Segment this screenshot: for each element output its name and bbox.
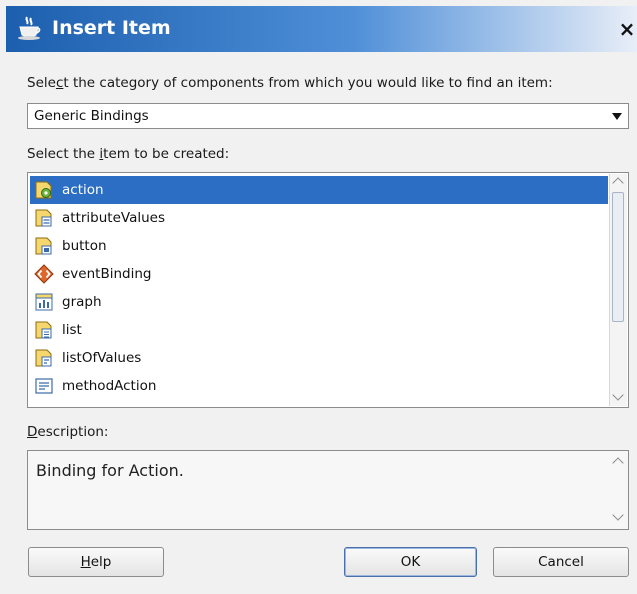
dialog-title: Insert Item [52, 17, 171, 39]
action-binding-icon [35, 181, 52, 199]
method-action-icon [35, 378, 53, 394]
button-binding-icon [35, 237, 52, 255]
cancel-button[interactable]: Cancel [493, 547, 629, 577]
insert-item-dialog: Insert Item × Select the category of com… [0, 0, 637, 594]
dropdown-arrow-icon[interactable] [612, 113, 622, 120]
list-of-values-icon [35, 349, 52, 367]
category-label-post: t the category of components from which … [63, 75, 553, 91]
description-scrollbar[interactable] [610, 452, 627, 528]
list-binding-icon [35, 321, 52, 339]
description-label-mnemonic: D [27, 424, 38, 440]
list-item-label: attributeValues [62, 210, 165, 226]
list-item-label: graph [62, 294, 102, 310]
help-button[interactable]: Help [28, 547, 164, 577]
list-item-label: list [62, 322, 82, 338]
items-label-pre: Select the [27, 146, 100, 162]
list-item-graph[interactable]: graph [30, 288, 608, 316]
scroll-down-icon[interactable] [610, 510, 627, 526]
event-binding-icon [34, 264, 54, 284]
items-list-scrollbar[interactable] [609, 174, 627, 406]
help-button-mnemonic: H [80, 554, 91, 570]
close-button[interactable]: × [617, 15, 637, 43]
description-label: Description: [27, 424, 108, 440]
description-label-post: escription: [37, 424, 109, 440]
coffee-cup-icon [18, 16, 41, 40]
list-item-methodaction[interactable]: methodAction [30, 372, 608, 400]
list-item-attributevalues[interactable]: attributeValues [30, 204, 608, 232]
category-dropdown[interactable]: Generic Bindings [27, 103, 629, 129]
list-item-listofvalues[interactable]: listOfValues [30, 344, 608, 372]
scroll-up-icon[interactable] [610, 454, 627, 470]
list-item-action[interactable]: action [30, 176, 608, 204]
description-text: Binding for Action. [36, 461, 184, 480]
attribute-values-icon [35, 209, 52, 227]
graph-binding-icon [35, 293, 53, 311]
list-item-list[interactable]: list [30, 316, 608, 344]
category-label: Select the category of components from w… [27, 75, 553, 91]
ok-button[interactable]: OK [344, 547, 477, 577]
list-item-eventbinding[interactable]: eventBinding [30, 260, 608, 288]
list-item-label: action [62, 182, 104, 198]
list-item-label: button [62, 238, 107, 254]
description-text-area[interactable]: Binding for Action. [27, 450, 629, 530]
items-label: Select the item to be created: [27, 146, 229, 162]
list-item-button[interactable]: button [30, 232, 608, 260]
help-button-label: elp [90, 554, 112, 570]
category-dropdown-value: Generic Bindings [34, 108, 149, 124]
items-label-post: tem to be created: [103, 146, 230, 162]
title-bar[interactable]: Insert Item × [6, 6, 637, 52]
list-item-label: listOfValues [62, 350, 142, 366]
list-item-label: eventBinding [62, 266, 152, 282]
list-item-label: methodAction [62, 378, 157, 394]
scroll-down-icon[interactable] [610, 390, 627, 406]
scroll-up-icon[interactable] [610, 174, 627, 190]
scrollbar-thumb[interactable] [612, 192, 624, 322]
category-label-pre: Sele [27, 75, 56, 91]
items-list[interactable]: action attributeValues button eventBindi… [27, 172, 629, 408]
